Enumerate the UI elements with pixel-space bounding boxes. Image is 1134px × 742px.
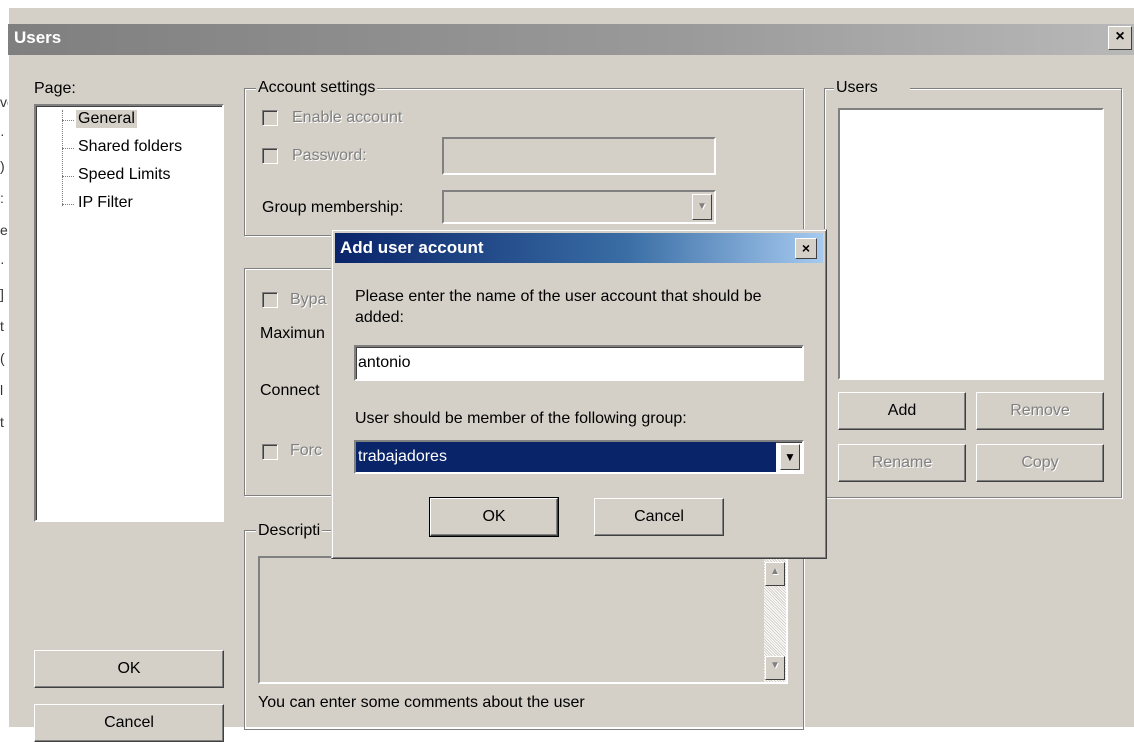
username-value: antonio [358,354,411,371]
copy-user-button[interactable]: Copy [976,444,1104,482]
dialog-prompt: Please enter the name of the user accoun… [355,288,762,326]
account-settings-legend: Account settings [256,79,378,97]
tree-connector [62,120,74,121]
window-title: Users [14,28,62,47]
add-user-button[interactable]: Add [838,392,966,430]
tree-connector [62,204,74,205]
scroll-up-icon[interactable]: ▲ [765,562,785,586]
users-title-bar: Users × [8,24,1134,55]
dialog-ok-button[interactable]: OK [429,497,559,537]
password-label: Password: [292,147,367,164]
tree-connector [62,176,74,177]
chevron-down-icon[interactable]: ▼ [780,444,800,470]
close-icon[interactable]: × [1108,26,1132,50]
tree-item-ip-filter[interactable]: IP Filter [76,194,135,212]
force-label: Forc [290,442,322,459]
password-checkbox[interactable] [262,148,278,164]
close-icon[interactable]: × [795,238,817,259]
maximum-label: Maximun [260,325,325,342]
remove-user-button[interactable]: Remove [976,392,1104,430]
group-prompt: User should be member of the following g… [355,410,687,427]
description-textarea[interactable]: ▲ ▼ [258,556,788,684]
username-input[interactable]: antonio [354,345,804,381]
enable-account-label: Enable account [292,109,403,126]
tree-item-shared-folders[interactable]: Shared folders [76,138,184,156]
bypass-checkbox[interactable] [262,292,278,308]
description-scrollbar[interactable]: ▲ ▼ [764,558,786,682]
password-field[interactable] [442,137,716,175]
users-legend: Users [834,79,910,97]
scroll-down-icon[interactable]: ▼ [765,656,785,680]
add-user-dialog-title-bar: Add user account × [335,233,823,263]
group-membership-label: Group membership: [262,199,404,216]
enable-account-checkbox[interactable] [262,110,278,126]
add-user-dialog-title: Add user account [340,238,484,257]
bypass-label: Bypa [290,291,327,308]
background-window-fragment: ve · ) : e · ] t ( l t [0,94,8,430]
rename-user-button[interactable]: Rename [838,444,966,482]
group-membership-select[interactable]: ▼ [442,190,716,224]
tree-item-general[interactable]: General [76,110,137,128]
chevron-down-icon[interactable]: ▼ [692,194,712,220]
users-list[interactable] [838,108,1104,380]
description-hint: You can enter some comments about the us… [258,694,585,711]
page-label: Page: [34,80,76,97]
description-legend: Descripti [256,522,323,540]
connect-label: Connect [260,382,320,399]
dialog-cancel-button[interactable]: Cancel [594,498,724,536]
group-select-value: trabajadores [356,442,776,472]
force-checkbox[interactable] [262,444,278,460]
tree-item-speed-limits[interactable]: Speed Limits [76,166,173,184]
tree-connector [62,110,63,206]
page-tree[interactable]: General Shared folders Speed Limits IP F… [34,104,224,522]
tree-connector [62,148,74,149]
cancel-button[interactable]: Cancel [34,704,224,742]
ok-button[interactable]: OK [34,650,224,688]
add-user-dialog [331,229,827,559]
group-select[interactable]: trabajadores ▼ [354,440,804,474]
